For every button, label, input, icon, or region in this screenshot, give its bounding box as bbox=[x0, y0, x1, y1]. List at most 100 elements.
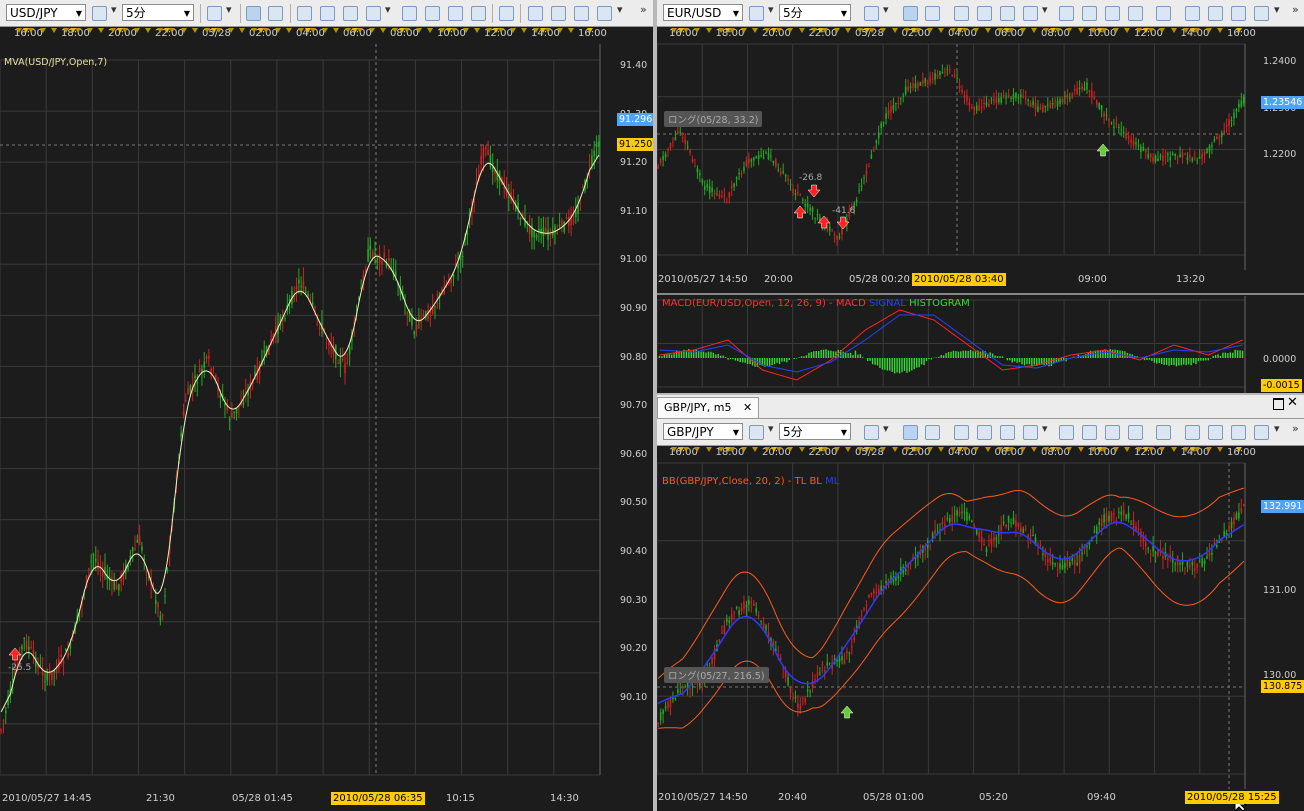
candle-body bbox=[738, 172, 740, 174]
candle-body bbox=[995, 537, 998, 540]
candle-body bbox=[895, 102, 897, 104]
candle-body bbox=[765, 625, 767, 631]
candle-body bbox=[993, 99, 995, 102]
candle-body bbox=[777, 169, 780, 171]
candle-body bbox=[841, 655, 843, 660]
candle-body bbox=[371, 251, 374, 259]
candle-body bbox=[1137, 144, 1140, 146]
candle-body bbox=[816, 214, 819, 216]
candle-body bbox=[1083, 87, 1086, 91]
candle-body bbox=[62, 660, 65, 664]
eurusd-position-tag[interactable]: ロング(05/28, 33.2) bbox=[664, 111, 763, 127]
candle-body bbox=[985, 102, 988, 106]
candle-body bbox=[1108, 118, 1110, 122]
candle-body bbox=[765, 152, 767, 154]
candle-body bbox=[1149, 153, 1152, 158]
candle-body bbox=[983, 102, 985, 104]
candle-body bbox=[1108, 515, 1110, 522]
candle-body bbox=[1132, 140, 1135, 146]
candle-body bbox=[993, 537, 995, 541]
candle-body bbox=[1029, 103, 1032, 107]
gbpjpy-position-tag[interactable]: ロング(05/27, 216.5) bbox=[664, 667, 769, 683]
candle-body bbox=[909, 563, 912, 565]
eurusd-chart-pane: EUR/USD ▼ ▾ 5分 ▼ ▾ ▾ ▾ » 16:00 18:00 20:00 22… bbox=[657, 0, 1304, 393]
moving-average-line bbox=[0, 154, 600, 713]
candle-body bbox=[904, 569, 907, 572]
close-icon[interactable]: ✕ bbox=[743, 401, 752, 414]
candle-body bbox=[826, 662, 829, 666]
candle-body bbox=[593, 150, 596, 157]
candle-body bbox=[708, 186, 711, 194]
candle-body bbox=[958, 85, 961, 88]
candle-body bbox=[1157, 158, 1159, 162]
candle-body bbox=[664, 153, 667, 158]
candle-body bbox=[1110, 512, 1113, 521]
close-icon[interactable]: ✕ bbox=[1287, 395, 1298, 410]
time-axis-label: 2010/05/27 14:45 bbox=[2, 793, 92, 804]
candle-body bbox=[574, 211, 577, 218]
candle-body bbox=[934, 529, 936, 534]
candle-body bbox=[189, 385, 192, 393]
usdjpy-candles[interactable] bbox=[0, 0, 653, 811]
candle-body bbox=[721, 195, 723, 197]
candle-body bbox=[1233, 112, 1235, 119]
candle-body bbox=[228, 418, 231, 421]
maximize-icon[interactable] bbox=[1273, 398, 1284, 410]
candle-body bbox=[1059, 99, 1061, 105]
candle-body bbox=[752, 603, 755, 606]
candle-body bbox=[25, 640, 28, 650]
candle-body bbox=[748, 158, 750, 163]
candle-body bbox=[726, 618, 728, 622]
candle-body bbox=[924, 78, 927, 83]
candle-body bbox=[581, 186, 584, 188]
candle-body bbox=[985, 548, 988, 553]
candle-body bbox=[946, 518, 949, 520]
candle-body bbox=[1054, 563, 1056, 565]
candle-body bbox=[482, 147, 485, 159]
candle-body bbox=[1015, 92, 1017, 99]
candle-body bbox=[968, 102, 971, 106]
candle-body bbox=[997, 534, 1000, 536]
candle-body bbox=[784, 174, 787, 177]
candle-body bbox=[667, 702, 669, 709]
candle-body bbox=[681, 687, 684, 689]
candle-body bbox=[1130, 139, 1132, 143]
candle-body bbox=[711, 657, 713, 664]
tab-gbpjpy[interactable]: GBP/JPY, m5 ✕ bbox=[657, 397, 760, 418]
candle-body bbox=[1206, 148, 1208, 153]
candle-body bbox=[1206, 556, 1208, 559]
candle-body bbox=[887, 109, 890, 116]
candle-body bbox=[1184, 567, 1186, 569]
eurusd-candles[interactable] bbox=[657, 0, 1304, 393]
candle-body bbox=[929, 545, 931, 547]
candle-body bbox=[799, 193, 802, 195]
candle-body bbox=[1225, 125, 1228, 127]
candle-body bbox=[1135, 526, 1137, 531]
candle-body bbox=[657, 166, 660, 169]
candle-body bbox=[1071, 558, 1074, 562]
candle-body bbox=[1223, 531, 1225, 537]
candle-body bbox=[1176, 157, 1179, 159]
candle-body bbox=[1152, 156, 1154, 162]
candle-body bbox=[1105, 513, 1108, 522]
candle-body bbox=[1105, 115, 1108, 117]
candle-body bbox=[772, 160, 775, 163]
time-axis-label: 05/28 01:45 bbox=[232, 793, 293, 804]
candle-body bbox=[941, 72, 944, 74]
candle-body bbox=[1174, 563, 1176, 565]
candle-body bbox=[325, 338, 328, 340]
candle-body bbox=[897, 576, 900, 579]
candle-body bbox=[367, 248, 369, 262]
candle-body bbox=[757, 615, 760, 617]
candle-body bbox=[948, 69, 951, 71]
candle-body bbox=[750, 159, 753, 162]
candle-body bbox=[1242, 504, 1245, 506]
candle-body bbox=[1066, 94, 1069, 99]
candle-body bbox=[450, 278, 452, 284]
candle-body bbox=[166, 568, 169, 572]
candle-body bbox=[843, 658, 846, 665]
candle-body bbox=[838, 658, 841, 662]
candle-body bbox=[1056, 100, 1059, 106]
candle-body bbox=[1024, 528, 1027, 530]
eurusd-marker-label-1: -26.8 bbox=[799, 173, 823, 183]
